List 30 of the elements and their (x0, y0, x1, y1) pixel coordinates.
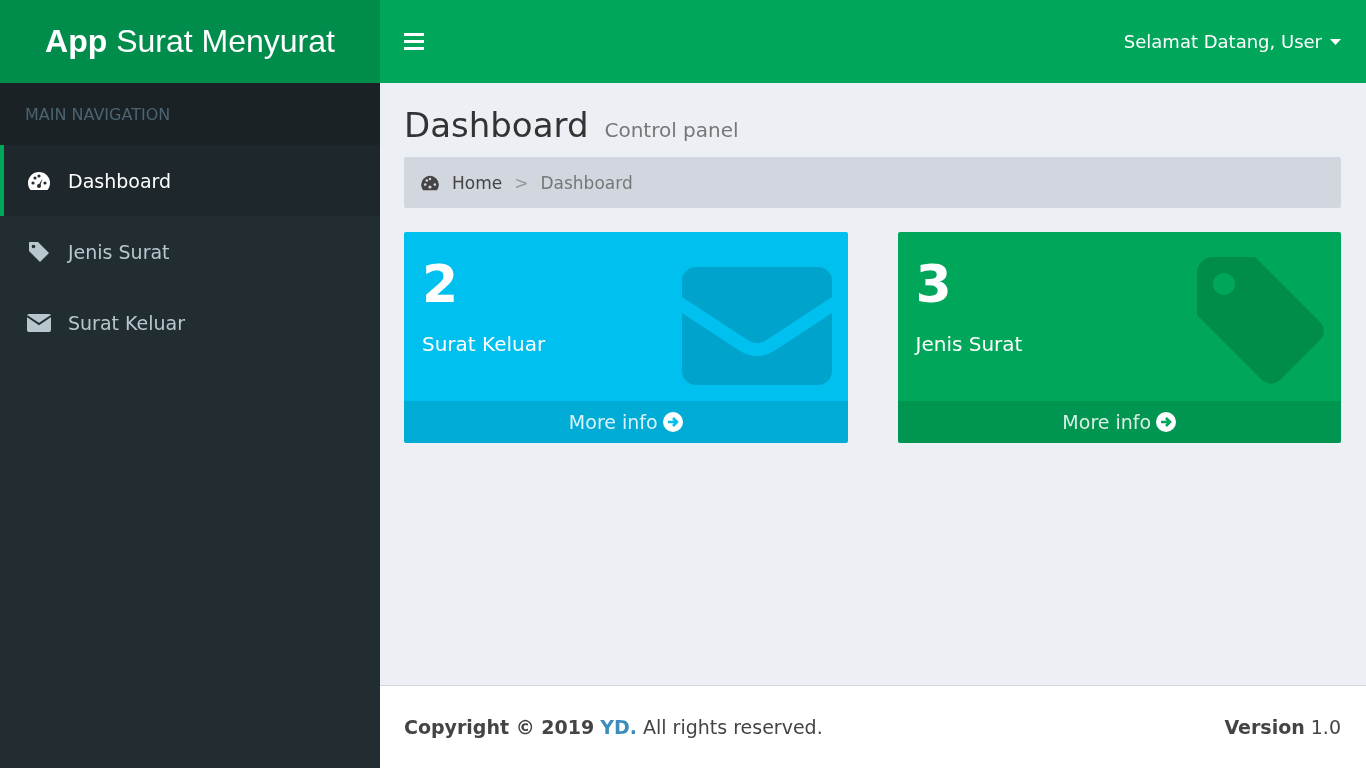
arrow-circle-icon (662, 412, 683, 432)
user-menu[interactable]: Selamat Datang, User (1123, 31, 1341, 52)
caret-icon (1330, 38, 1341, 45)
tag-icon (1197, 257, 1325, 385)
tag-icon (26, 240, 52, 263)
copyright-text: Copyright © 2019 YD. All rights reserved. (404, 716, 823, 738)
more-info-link[interactable]: More info (897, 401, 1341, 443)
author-link[interactable]: YD. (600, 716, 637, 738)
version-text: Version 1.0 (1224, 716, 1341, 738)
envelope-icon (681, 267, 832, 385)
gauge-icon (26, 170, 52, 191)
more-info-link[interactable]: More info (404, 401, 848, 443)
sidebar-item[interactable]: Dashboard (0, 145, 380, 216)
page-title: Dashboard (404, 105, 589, 145)
stat-label: Jenis Surat (915, 332, 1024, 356)
stat-count: 3 (915, 253, 953, 316)
stat-count: 2 (422, 253, 460, 316)
page-subtitle: Control panel (604, 118, 739, 142)
stat-label: Surat Keluar (422, 332, 547, 356)
menu-icon[interactable] (404, 33, 424, 50)
app-logo[interactable]: App Surat Menyurat (0, 0, 380, 83)
breadcrumb-current: Dashboard (540, 172, 633, 193)
gauge-icon (420, 174, 440, 191)
sidebar-heading: MAIN NAVIGATION (0, 83, 380, 145)
arrow-circle-icon (1156, 412, 1177, 432)
breadcrumb-separator: > (514, 172, 529, 193)
sidebar-item[interactable]: Surat Keluar (0, 287, 380, 358)
sidebar-item[interactable]: Jenis Surat (0, 216, 380, 287)
breadcrumb-link[interactable]: Home (452, 172, 503, 193)
envelope-icon (26, 313, 52, 332)
